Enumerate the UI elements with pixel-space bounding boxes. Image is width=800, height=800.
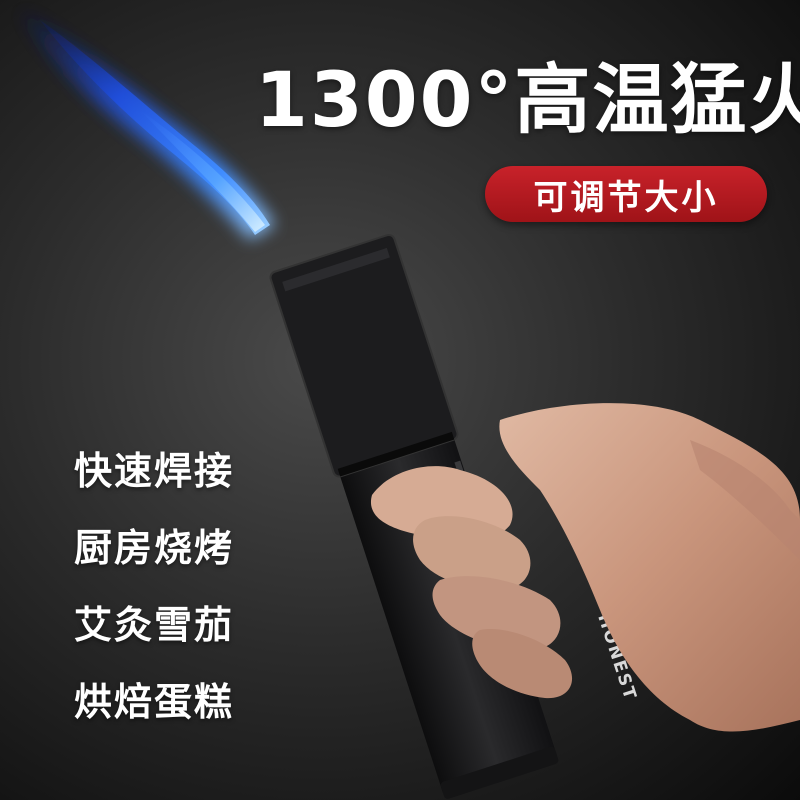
feature-item: 快速焊接 [74,449,235,493]
headline: 1300°高温猛火 [255,55,800,144]
feature-list: 快速焊接 厨房烧烤 艾灸雪茄 烘焙蛋糕 [74,448,234,756]
feature-item: 艾灸雪茄 [74,603,235,647]
feature-item: 厨房烧烤 [74,526,235,570]
badge-pill: 可调节大小 [485,166,767,222]
blue-flame [20,10,275,240]
feature-item: 烘焙蛋糕 [74,680,235,724]
